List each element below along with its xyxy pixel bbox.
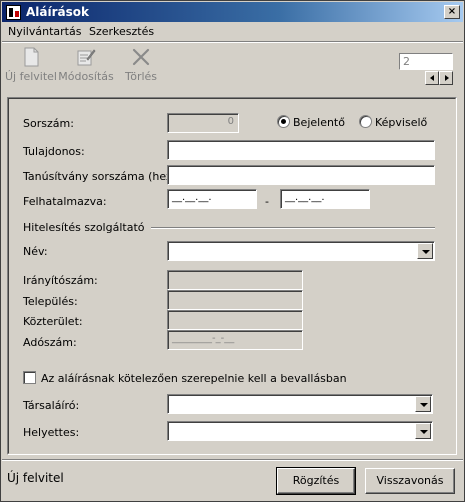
arrow-left-icon	[430, 75, 434, 81]
sorszam-label: Sorszám:	[23, 117, 74, 130]
previous-record-button[interactable]	[425, 71, 439, 85]
new-document-icon	[24, 47, 39, 67]
nev-dropdown-button[interactable]	[417, 243, 433, 259]
date-from-field[interactable]: __.__.__.	[167, 189, 257, 209]
menu-szerkesztes[interactable]: Szerkesztés	[89, 25, 154, 38]
date-to-field[interactable]: __.__.__.	[280, 189, 370, 209]
iranyitoszam-field[interactable]	[167, 270, 303, 290]
tanusitvany-field[interactable]	[167, 165, 435, 185]
telepules-label: Település:	[23, 295, 78, 308]
tanusitvany-label: Tanúsítvány sorszáma (hex):	[23, 170, 181, 183]
menu-separator	[2, 41, 463, 43]
radio-bejelento-label: Bejelentő	[293, 116, 345, 129]
helyettes-combobox[interactable]	[167, 421, 433, 441]
app-icon	[6, 5, 21, 20]
nev-combobox[interactable]	[167, 241, 435, 261]
group-title: Hitelesítés szolgáltató	[23, 221, 145, 234]
edit-button[interactable]: Módosítás	[58, 47, 114, 87]
nev-label: Név:	[23, 245, 48, 258]
menu-bar: Nyilvántartás Szerkesztés	[2, 22, 463, 41]
telepules-field[interactable]	[167, 290, 303, 310]
chevron-down-icon	[422, 250, 430, 254]
mandatory-signature-label: Az aláírásnak kötelezően szerepelnie kel…	[41, 372, 347, 385]
sorszam-field[interactable]: 0	[167, 113, 239, 133]
edit-icon	[77, 49, 96, 66]
window-title: Aláírások	[26, 5, 89, 19]
record-pager	[399, 53, 455, 87]
footer-separator	[2, 459, 463, 461]
kozterulet-field[interactable]	[167, 310, 303, 330]
close-button[interactable]: ×	[444, 5, 460, 19]
new-record-button[interactable]: Új felvitel	[3, 47, 59, 87]
radio-kepviselo-label: Képviselő	[375, 116, 428, 129]
next-record-button[interactable]	[439, 71, 453, 85]
helyettes-label: Helyettes:	[23, 426, 80, 439]
iranyitoszam-label: Irányítószám:	[23, 274, 98, 287]
main-window: Aláírások × Nyilvántartás Szerkesztés Új…	[0, 0, 465, 502]
status-text: Új felvitel	[7, 471, 64, 485]
mandatory-signature-checkbox[interactable]	[23, 371, 36, 384]
menu-nyilvantartas[interactable]: Nyilvántartás	[8, 25, 81, 38]
kozterulet-label: Közterület:	[23, 315, 83, 328]
delete-x-icon	[132, 48, 150, 66]
tarsalairo-combobox[interactable]	[167, 394, 433, 414]
felhatalmazva-label: Felhatalmazva:	[23, 195, 107, 208]
cancel-button[interactable]: Visszavonás	[365, 468, 455, 494]
tarsalairo-dropdown-button[interactable]	[415, 396, 431, 412]
new-record-label: Új felvitel	[4, 70, 57, 83]
adoszam-label: Adószám:	[23, 336, 77, 349]
radio-kepviselo[interactable]	[359, 115, 372, 128]
radio-bejelento[interactable]	[277, 115, 290, 128]
edit-label: Módosítás	[58, 70, 114, 83]
record-number-field[interactable]	[399, 53, 453, 70]
tulajdonos-field[interactable]	[167, 140, 435, 160]
chevron-down-icon	[420, 403, 428, 407]
save-button[interactable]: Rögzítés	[276, 467, 356, 495]
helyettes-dropdown-button[interactable]	[415, 423, 431, 439]
tarsalairo-label: Társaláíró:	[23, 399, 80, 412]
date-separator: -	[265, 195, 269, 208]
arrow-right-icon	[445, 75, 449, 81]
group-divider	[151, 227, 435, 229]
chevron-down-icon	[420, 430, 428, 434]
title-bar: Aláírások ×	[2, 2, 463, 22]
adoszam-field[interactable]: ________-_-__	[167, 330, 303, 350]
delete-button[interactable]: Törlés	[113, 47, 169, 87]
delete-label: Törlés	[124, 70, 158, 83]
tulajdonos-label: Tulajdonos:	[23, 145, 85, 158]
